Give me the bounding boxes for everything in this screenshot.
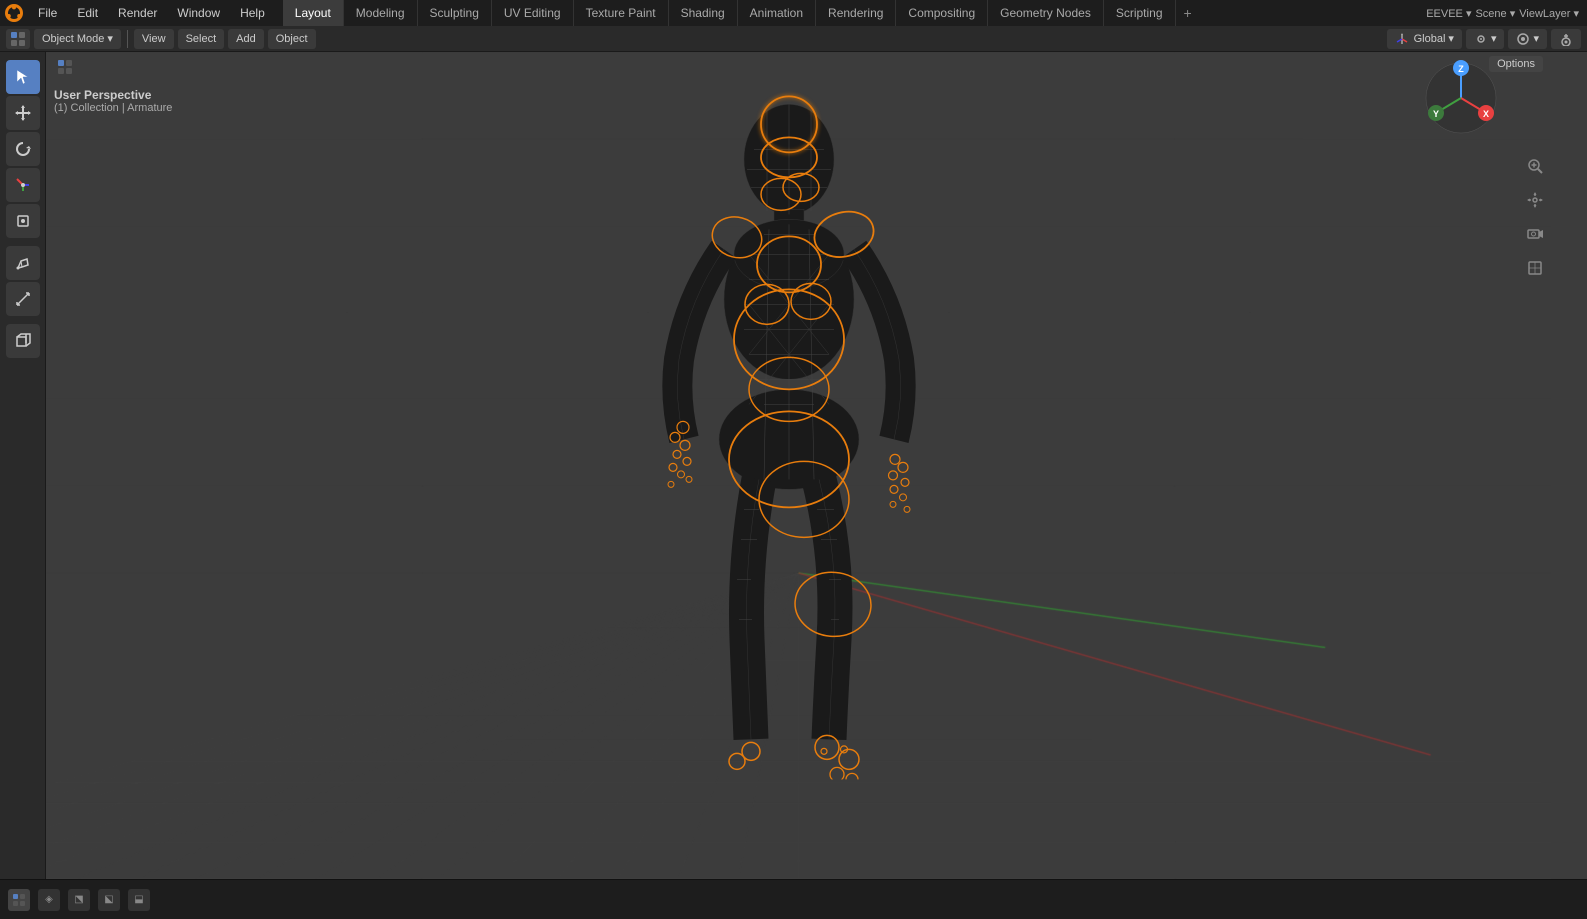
top-menu-items: File Edit Render Window Help <box>28 0 275 26</box>
top-right-controls: EEVEE ▾ Scene ▾ ViewLayer ▾ <box>1426 7 1587 20</box>
svg-text:Y: Y <box>1433 109 1439 119</box>
tab-layout[interactable]: Layout <box>283 0 344 26</box>
tab-scripting[interactable]: Scripting <box>1104 0 1176 26</box>
menu-edit[interactable]: Edit <box>67 0 108 26</box>
select-menu[interactable]: Select <box>178 29 225 49</box>
status-bar: ◈ ⬔ ⬕ ⬓ <box>0 879 1587 919</box>
tab-sculpting[interactable]: Sculpting <box>418 0 492 26</box>
proportional-edit[interactable] <box>1551 29 1581 49</box>
menu-window[interactable]: Window <box>167 0 230 26</box>
tab-texture-paint[interactable]: Texture Paint <box>574 0 669 26</box>
scale-tool[interactable] <box>6 168 40 202</box>
add-workspace-button[interactable]: + <box>1176 0 1200 26</box>
measure-tool[interactable] <box>6 282 40 316</box>
transform-orient[interactable]: Global ▾ <box>1387 29 1462 49</box>
header-toolbar: Object Mode ▾ View Select Add Object Glo… <box>0 26 1587 52</box>
right-icon-bar <box>1551 52 1587 879</box>
menu-render[interactable]: Render <box>108 0 167 26</box>
left-toolbar <box>0 52 46 919</box>
svg-text:Z: Z <box>1458 64 1464 74</box>
add-object-tool[interactable] <box>6 324 40 358</box>
top-menu-bar: File Edit Render Window Help Layout Mode… <box>0 0 1587 26</box>
tab-modeling[interactable]: Modeling <box>344 0 418 26</box>
status-icon-5[interactable]: ⬓ <box>128 889 150 911</box>
tab-rendering[interactable]: Rendering <box>816 0 896 26</box>
add-menu[interactable]: Add <box>228 29 264 49</box>
view-layer-selector[interactable]: ViewLayer ▾ <box>1519 7 1579 20</box>
object-mode-selector[interactable]: Object Mode ▾ <box>34 29 121 49</box>
viewport[interactable]: User Perspective (1) Collection | Armatu… <box>46 52 1551 879</box>
tab-animation[interactable]: Animation <box>738 0 816 26</box>
ortho-view-icon[interactable] <box>1521 254 1549 282</box>
tab-uv-editing[interactable]: UV Editing <box>492 0 574 26</box>
view-menu[interactable]: View <box>134 29 174 49</box>
scene-selector[interactable]: Scene ▾ <box>1475 7 1515 20</box>
status-icon-4[interactable]: ⬕ <box>98 889 120 911</box>
object-menu[interactable]: Object <box>268 29 316 49</box>
rotate-tool[interactable] <box>6 132 40 166</box>
status-icon-3[interactable]: ⬔ <box>68 889 90 911</box>
snap-toggle[interactable]: ▾ <box>1508 29 1547 49</box>
tab-geometry-nodes[interactable]: Geometry Nodes <box>988 0 1104 26</box>
camera-view-icon[interactable] <box>1521 220 1549 248</box>
pan-icon[interactable] <box>1521 186 1549 214</box>
viewport-type-icon[interactable] <box>54 56 76 78</box>
svg-text:X: X <box>1483 109 1489 119</box>
move-tool[interactable] <box>6 96 40 130</box>
engine-selector[interactable]: EEVEE ▾ <box>1426 7 1471 20</box>
mode-label: Object Mode <box>42 33 104 45</box>
cursor-tool[interactable] <box>6 60 40 94</box>
viewport-right-controls <box>1521 152 1549 282</box>
status-bar-icons: ◈ ⬔ ⬕ ⬓ <box>8 889 150 911</box>
viewport-icon[interactable] <box>6 29 30 49</box>
zoom-icon[interactable] <box>1521 152 1549 180</box>
toolbar-sep-1 <box>127 30 128 48</box>
character-figure <box>589 79 1009 782</box>
app-logo <box>0 0 28 26</box>
workspace-tabs: Layout Modeling Sculpting UV Editing Tex… <box>283 0 1200 26</box>
tab-compositing[interactable]: Compositing <box>896 0 988 26</box>
menu-file[interactable]: File <box>28 0 67 26</box>
viewport-top-strip <box>46 52 1551 82</box>
annotate-tool[interactable] <box>6 246 40 280</box>
status-icon-2[interactable]: ◈ <box>38 889 60 911</box>
status-icon-1[interactable] <box>8 889 30 911</box>
pivot-selector[interactable]: ▾ <box>1466 29 1505 49</box>
transform-tool[interactable] <box>6 204 40 238</box>
menu-help[interactable]: Help <box>230 0 275 26</box>
toolbar-right: Global ▾ ▾ ▾ <box>1387 29 1581 49</box>
nav-gizmo[interactable]: Z X Y <box>1421 58 1501 138</box>
tab-shading[interactable]: Shading <box>669 0 738 26</box>
